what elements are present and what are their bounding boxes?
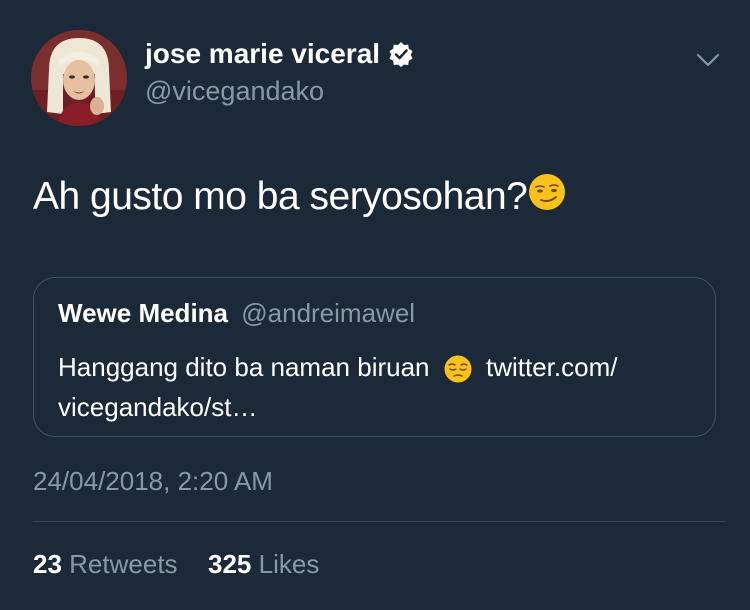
- tweet-card: jose marie viceral @vicegandako Ah gusto…: [0, 0, 750, 610]
- quoted-tweet-header: Wewe Medina @andreimawel: [58, 298, 415, 329]
- retweets-count: 23: [33, 549, 62, 579]
- tweet-text-content: Ah gusto mo ba seryosohan?: [33, 175, 528, 218]
- quoted-text-before: Hanggang dito ba naman biruan: [58, 352, 430, 382]
- tweet-text: Ah gusto mo ba seryosohan?: [33, 172, 567, 222]
- quoted-tweet-text: Hanggang dito ba naman biruan twitter.co…: [58, 348, 708, 426]
- divider: [33, 521, 726, 522]
- quoted-link-part2[interactable]: vicegandako/st…: [58, 392, 257, 422]
- likes-label: Likes: [258, 549, 320, 579]
- likes-stat[interactable]: 325 Likes: [208, 549, 319, 579]
- author-name[interactable]: jose marie viceral: [145, 38, 414, 70]
- tweet-timestamp[interactable]: 24/04/2018, 2:20 AM: [33, 466, 273, 497]
- smirking-face-icon: [527, 172, 567, 222]
- avatar[interactable]: [31, 30, 127, 126]
- quoted-author-handle: @andreimawel: [241, 298, 416, 328]
- chevron-down-icon[interactable]: [692, 48, 724, 72]
- likes-count: 325: [208, 549, 252, 579]
- verified-badge-icon: [388, 41, 414, 67]
- author-handle[interactable]: @vicegandako: [145, 76, 324, 107]
- quoted-link-part1[interactable]: twitter.com/: [486, 352, 617, 382]
- tweet-stats: 23 Retweets 325 Likes: [33, 549, 319, 580]
- retweets-stat[interactable]: 23 Retweets: [33, 549, 185, 579]
- pensive-face-icon: [443, 350, 473, 388]
- retweets-label: Retweets: [69, 549, 178, 579]
- quoted-author-name: Wewe Medina: [58, 298, 229, 328]
- quoted-tweet[interactable]: Wewe Medina @andreimawel Hanggang dito b…: [33, 277, 716, 437]
- author-name-text[interactable]: jose marie viceral: [145, 38, 380, 70]
